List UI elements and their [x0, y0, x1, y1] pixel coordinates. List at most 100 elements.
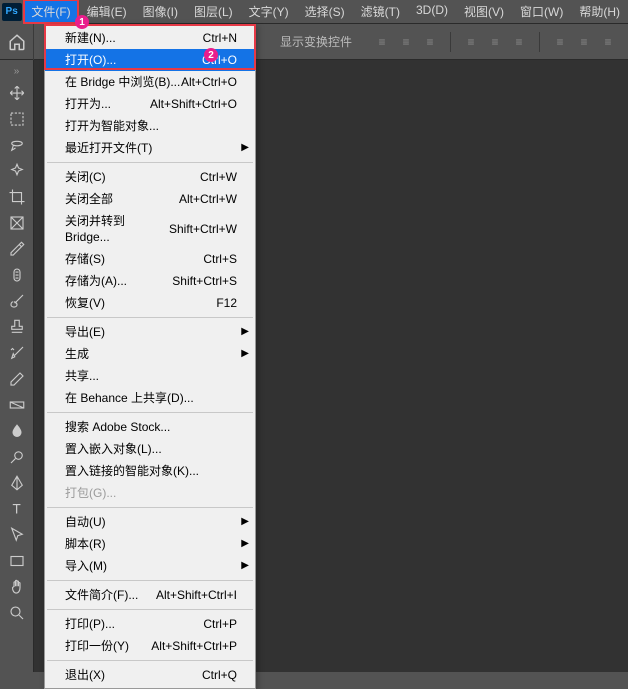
menu-generate-label: 生成 [65, 346, 89, 362]
separator [47, 412, 253, 413]
menu-exit[interactable]: 退出(X)Ctrl+Q [45, 664, 255, 686]
menu-scripts-label: 脚本(R) [65, 536, 106, 552]
menu-close-all[interactable]: 关闭全部Alt+Ctrl+W [45, 188, 255, 210]
menu-window[interactable]: 窗口(W) [512, 0, 571, 24]
menu-stock[interactable]: 搜索 Adobe Stock... [45, 416, 255, 438]
healing-tool[interactable] [4, 263, 30, 287]
menu-place-embed-label: 置入嵌入对象(L)... [65, 441, 162, 457]
blur-tool[interactable] [4, 419, 30, 443]
crop-tool[interactable] [4, 185, 30, 209]
quick-select-tool[interactable] [4, 159, 30, 183]
submenu-arrow-icon: ▶ [241, 558, 249, 574]
home-icon [8, 33, 26, 51]
menu-open[interactable]: 打开(O)...Ctrl+O [45, 49, 255, 71]
marquee-tool[interactable] [4, 107, 30, 131]
divider [539, 32, 540, 52]
move-tool[interactable] [4, 81, 30, 105]
ps-icon: Ps [2, 3, 22, 21]
distribute-top-icon[interactable]: ≡ [550, 32, 570, 52]
menu-select[interactable]: 选择(S) [297, 0, 353, 24]
submenu-arrow-icon: ▶ [241, 536, 249, 552]
hand-tool[interactable] [4, 575, 30, 599]
menu-package: 打包(G)... [45, 482, 255, 504]
align-middle-icon[interactable]: ≡ [485, 32, 505, 52]
menu-file[interactable]: 文件(F) [23, 0, 78, 24]
separator [47, 317, 253, 318]
submenu-arrow-icon: ▶ [241, 514, 249, 530]
main-menu: 文件(F) 编辑(E) 图像(I) 图层(L) 文字(Y) 选择(S) 滤镜(T… [23, 0, 628, 24]
menu-help[interactable]: 帮助(H) [571, 0, 628, 24]
menu-image[interactable]: 图像(I) [135, 0, 186, 24]
menu-automate[interactable]: 自动(U)▶ [45, 511, 255, 533]
menu-view[interactable]: 视图(V) [456, 0, 512, 24]
distribute-bot-icon[interactable]: ≡ [598, 32, 618, 52]
zoom-tool[interactable] [4, 601, 30, 625]
menu-file-info-shortcut: Alt+Shift+Ctrl+I [156, 587, 237, 603]
menu-close-bridge-label: 关闭并转到 Bridge... [65, 213, 169, 245]
menu-browse-bridge[interactable]: 在 Bridge 中浏览(B)...Alt+Ctrl+O [45, 71, 255, 93]
menu-save[interactable]: 存储(S)Ctrl+S [45, 248, 255, 270]
menu-close-all-shortcut: Alt+Ctrl+W [179, 191, 237, 207]
menu-save-as-shortcut: Shift+Ctrl+S [172, 273, 237, 289]
menu-print-one-label: 打印一份(Y) [65, 638, 129, 654]
menu-new-label: 新建(N)... [65, 30, 116, 46]
brush-tool[interactable] [4, 289, 30, 313]
lasso-tool[interactable] [4, 133, 30, 157]
frame-tool[interactable] [4, 211, 30, 235]
menu-print-shortcut: Ctrl+P [203, 616, 237, 632]
menu-place-linked[interactable]: 置入链接的智能对象(K)... [45, 460, 255, 482]
align-center-icon[interactable]: ≡ [396, 32, 416, 52]
rectangle-tool[interactable] [4, 549, 30, 573]
menu-share[interactable]: 共享... [45, 365, 255, 387]
menu-3d[interactable]: 3D(D) [408, 0, 456, 24]
align-right-icon[interactable]: ≡ [420, 32, 440, 52]
menu-behance[interactable]: 在 Behance 上共享(D)... [45, 387, 255, 409]
stamp-tool[interactable] [4, 315, 30, 339]
eraser-tool[interactable] [4, 367, 30, 391]
path-select-tool[interactable] [4, 523, 30, 547]
distribute-mid-icon[interactable]: ≡ [574, 32, 594, 52]
menu-revert[interactable]: 恢复(V)F12 [45, 292, 255, 314]
menu-open-smart[interactable]: 打开为智能对象... [45, 115, 255, 137]
menu-place-embed[interactable]: 置入嵌入对象(L)... [45, 438, 255, 460]
menu-print-one[interactable]: 打印一份(Y)Alt+Shift+Ctrl+P [45, 635, 255, 657]
gradient-tool[interactable] [4, 393, 30, 417]
menu-type[interactable]: 文字(Y) [241, 0, 297, 24]
submenu-arrow-icon: ▶ [241, 324, 249, 340]
collapse-icon[interactable]: » [14, 64, 20, 79]
menu-export[interactable]: 导出(E)▶ [45, 321, 255, 343]
menu-close[interactable]: 关闭(C)Ctrl+W [45, 166, 255, 188]
menu-new[interactable]: 新建(N)...Ctrl+N [45, 27, 255, 49]
menu-generate[interactable]: 生成 ▶ [45, 343, 255, 365]
menu-print[interactable]: 打印(P)...Ctrl+P [45, 613, 255, 635]
menu-file-info[interactable]: 文件简介(F)... Alt+Shift+Ctrl+I [45, 584, 255, 606]
tools-panel: » T [0, 60, 34, 672]
menu-file-info-label: 文件简介(F)... [65, 587, 138, 603]
menu-revert-label: 恢复(V) [65, 295, 105, 311]
menu-close-bridge[interactable]: 关闭并转到 Bridge...Shift+Ctrl+W [45, 210, 255, 248]
pen-tool[interactable] [4, 471, 30, 495]
home-button[interactable] [0, 24, 34, 60]
menu-import-label: 导入(M) [65, 558, 107, 574]
type-tool[interactable]: T [4, 497, 30, 521]
menu-save-as-label: 存储为(A)... [65, 273, 127, 289]
menu-behance-label: 在 Behance 上共享(D)... [65, 390, 194, 406]
menu-layer[interactable]: 图层(L) [186, 0, 241, 24]
menu-open-as[interactable]: 打开为...Alt+Shift+Ctrl+O [45, 93, 255, 115]
annotation-badge-2: 2 [204, 48, 218, 62]
dodge-tool[interactable] [4, 445, 30, 469]
menu-save-as[interactable]: 存储为(A)... Shift+Ctrl+S [45, 270, 255, 292]
menubar: Ps 文件(F) 编辑(E) 图像(I) 图层(L) 文字(Y) 选择(S) 滤… [0, 0, 628, 24]
align-top-icon[interactable]: ≡ [461, 32, 481, 52]
align-left-icon[interactable]: ≡ [372, 32, 392, 52]
eyedropper-tool[interactable] [4, 237, 30, 261]
menu-recent[interactable]: 最近打开文件(T)▶ [45, 137, 255, 159]
menu-import[interactable]: 导入(M) ▶ [45, 555, 255, 577]
menu-scripts[interactable]: 脚本(R) ▶ [45, 533, 255, 555]
submenu-arrow-icon: ▶ [241, 346, 249, 362]
align-bottom-icon[interactable]: ≡ [509, 32, 529, 52]
menu-recent-label: 最近打开文件(T) [65, 140, 152, 156]
separator [47, 507, 253, 508]
menu-filter[interactable]: 滤镜(T) [353, 0, 408, 24]
history-brush-tool[interactable] [4, 341, 30, 365]
